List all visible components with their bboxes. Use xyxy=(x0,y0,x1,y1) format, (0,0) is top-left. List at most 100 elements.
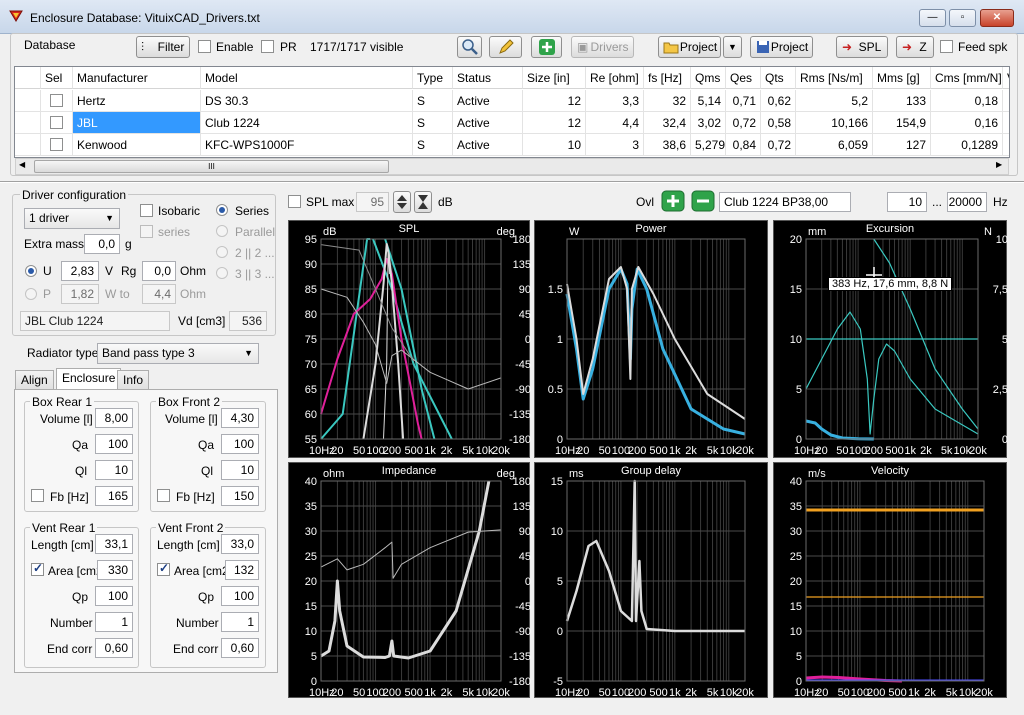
vent-rear-area-checkbox[interactable] xyxy=(31,561,44,576)
velocity-chart[interactable]: 40 35 30 25 20 15 10 5 0 10Hz 20 50 100 200 500 1k 2k 5k 1… xyxy=(773,462,1007,699)
box-front-ql-field[interactable]: 10 xyxy=(221,460,259,480)
pr-checkbox[interactable] xyxy=(261,40,274,53)
vent-rear-length-field[interactable]: 33,1 xyxy=(95,534,133,554)
scrollbar-thumb[interactable]: III xyxy=(34,160,389,173)
table-cell[interactable]: DS 30.3 xyxy=(201,90,413,112)
minimize-button[interactable]: — xyxy=(919,9,946,27)
feed-spk-checkbox[interactable] xyxy=(940,40,953,53)
search-button[interactable] xyxy=(457,36,482,58)
table-cell[interactable]: Hertz xyxy=(73,90,201,112)
table-cell[interactable]: 5,279 xyxy=(691,134,726,156)
table-cell[interactable]: 5 xyxy=(1003,112,1009,134)
voltage-radio[interactable] xyxy=(25,265,37,277)
maximize-button[interactable]: ▫ xyxy=(949,9,976,27)
table-cell[interactable]: 32 xyxy=(644,90,691,112)
vent-front-number-field[interactable]: 1 xyxy=(221,612,259,632)
table-cell[interactable]: 4,4 xyxy=(586,112,644,134)
box-front-volume-field[interactable]: 4,30 xyxy=(221,408,259,428)
row-header[interactable] xyxy=(15,112,41,134)
drivers-button[interactable]: ▣ Drivers xyxy=(571,36,634,58)
isobaric-checkbox[interactable] xyxy=(140,204,153,217)
table-cell[interactable]: 5,2 xyxy=(796,90,873,112)
table-cell[interactable]: 12 xyxy=(523,90,586,112)
table-cell[interactable]: Active xyxy=(453,90,523,112)
table-cell[interactable]: 10 xyxy=(523,134,586,156)
table-cell[interactable]: 3 xyxy=(586,134,644,156)
scroll-left-icon[interactable]: ◀ xyxy=(19,160,25,169)
overlay-remove-button[interactable] xyxy=(691,190,715,215)
spl-max-toggle-button[interactable] xyxy=(414,191,432,213)
overlay-add-button[interactable] xyxy=(661,190,685,215)
group-delay-chart[interactable]: 15 10 5 0 -5 10Hz 20 50 100 200 500 1k 2k 5k 10k 20k Gro… xyxy=(534,462,768,699)
table-cell[interactable]: KFC-WPS1000F xyxy=(201,134,413,156)
row-select-checkbox[interactable] xyxy=(50,138,63,151)
row-header[interactable] xyxy=(15,134,41,156)
column-header[interactable]: Qts xyxy=(761,67,796,89)
column-header[interactable]: Mms [g] xyxy=(873,67,931,89)
vent-rear-endcorr-field[interactable]: 0,60 xyxy=(95,638,133,658)
spl-export-button[interactable]: ➜ SPL xyxy=(836,36,888,58)
enable-checkbox[interactable] xyxy=(198,40,211,53)
spl-max-checkbox[interactable] xyxy=(288,195,301,208)
two-by-two-radio[interactable] xyxy=(216,246,228,258)
table-cell[interactable]: Active xyxy=(453,134,523,156)
table-cell[interactable]: 0,16 xyxy=(931,112,1003,134)
tab-enclosure[interactable]: Enclosure xyxy=(56,368,122,390)
vent-front-endcorr-field[interactable]: 0,60 xyxy=(221,638,259,658)
column-header[interactable]: Qes xyxy=(726,67,761,89)
tab-align[interactable]: Align xyxy=(15,370,54,390)
row-select-checkbox[interactable] xyxy=(50,116,63,129)
box-rear-fb-field[interactable]: 165 xyxy=(95,486,133,506)
table-cell[interactable]: 154,9 xyxy=(873,112,931,134)
table-cell[interactable]: 0,84 xyxy=(726,134,761,156)
box-front-fb-field[interactable]: 150 xyxy=(221,486,259,506)
three-by-three-radio[interactable] xyxy=(216,267,228,279)
row-select-checkbox[interactable] xyxy=(50,94,63,107)
table-cell[interactable]: S xyxy=(413,134,453,156)
box-rear-volume-field[interactable]: 8,00 xyxy=(95,408,133,428)
power-chart[interactable]: 1.5 1 0.5 0 10Hz 20 50 100 200 500 1k 2k 5k 10k 20k Pow… xyxy=(534,220,768,458)
freq-high-field[interactable]: 20000 xyxy=(947,192,987,212)
rg-field[interactable]: 0,0 xyxy=(142,261,176,281)
table-cell[interactable]: 5,14 xyxy=(691,90,726,112)
table-cell[interactable]: 38,6 xyxy=(644,134,691,156)
row-header[interactable] xyxy=(15,90,41,112)
table-cell[interactable]: 127 xyxy=(873,134,931,156)
spl-max-field[interactable]: 95 xyxy=(356,192,389,212)
edit-button[interactable] xyxy=(489,36,522,58)
series-radio[interactable] xyxy=(216,204,228,216)
z-export-button[interactable]: ➜ Z xyxy=(896,36,934,58)
table-cell[interactable]: 32,4 xyxy=(644,112,691,134)
spl-max-spin-button[interactable] xyxy=(393,191,411,213)
column-header[interactable]: Manufacturer xyxy=(73,67,201,89)
select-cell[interactable] xyxy=(41,90,73,112)
table-cell[interactable]: S xyxy=(413,90,453,112)
table-cell[interactable]: 0,58 xyxy=(761,112,796,134)
series-checkbox[interactable] xyxy=(140,225,153,238)
overlay-name-field[interactable]: Club 1224 BP38,00 xyxy=(719,192,851,212)
table-cell[interactable]: Active xyxy=(453,112,523,134)
power-radio[interactable] xyxy=(25,288,37,300)
column-header[interactable]: Cms [mm/N] xyxy=(931,67,1003,89)
add-button[interactable] xyxy=(531,36,562,58)
project-open-button[interactable]: Project xyxy=(658,36,721,58)
table-cell[interactable]: 133 xyxy=(873,90,931,112)
table-cell[interactable]: Kenwood xyxy=(73,134,201,156)
close-button[interactable]: ✕ xyxy=(980,9,1014,27)
table-cell[interactable]: 0,62 xyxy=(761,90,796,112)
vent-rear-qp-field[interactable]: 100 xyxy=(95,586,133,606)
table-cell[interactable]: 0,1289 xyxy=(931,134,1003,156)
table-cell[interactable]: JBL xyxy=(73,112,201,134)
table-cell[interactable]: 6,059 xyxy=(796,134,873,156)
power-load-field[interactable]: 4,4 xyxy=(142,284,176,304)
table-cell[interactable]: 0,72 xyxy=(726,112,761,134)
vent-front-area-checkbox[interactable] xyxy=(157,561,170,576)
scroll-right-icon[interactable]: ▶ xyxy=(996,160,1002,169)
column-header[interactable]: Rms [Ns/m] xyxy=(796,67,873,89)
table-cell[interactable]: 0,72 xyxy=(761,134,796,156)
table-cell[interactable]: 12 xyxy=(523,112,586,134)
vent-rear-number-field[interactable]: 1 xyxy=(95,612,133,632)
voltage-field[interactable]: 2,83 xyxy=(61,261,99,281)
column-header[interactable]: Status xyxy=(453,67,523,89)
power-field[interactable]: 1,82 xyxy=(61,284,99,304)
